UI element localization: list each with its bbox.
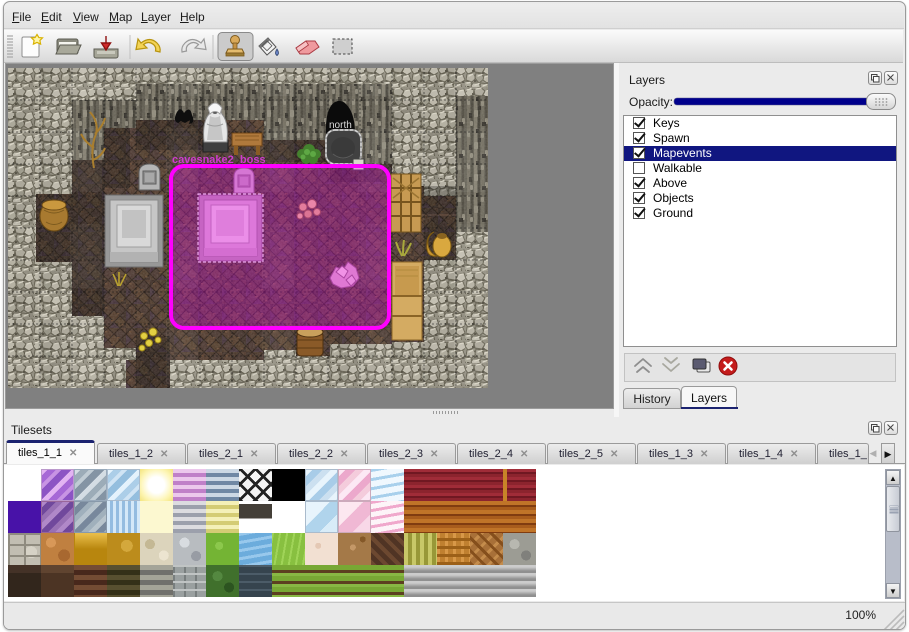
- svg-text:cavesnake2_boss: cavesnake2_boss: [172, 154, 266, 166]
- svg-text:north: north: [329, 120, 352, 131]
